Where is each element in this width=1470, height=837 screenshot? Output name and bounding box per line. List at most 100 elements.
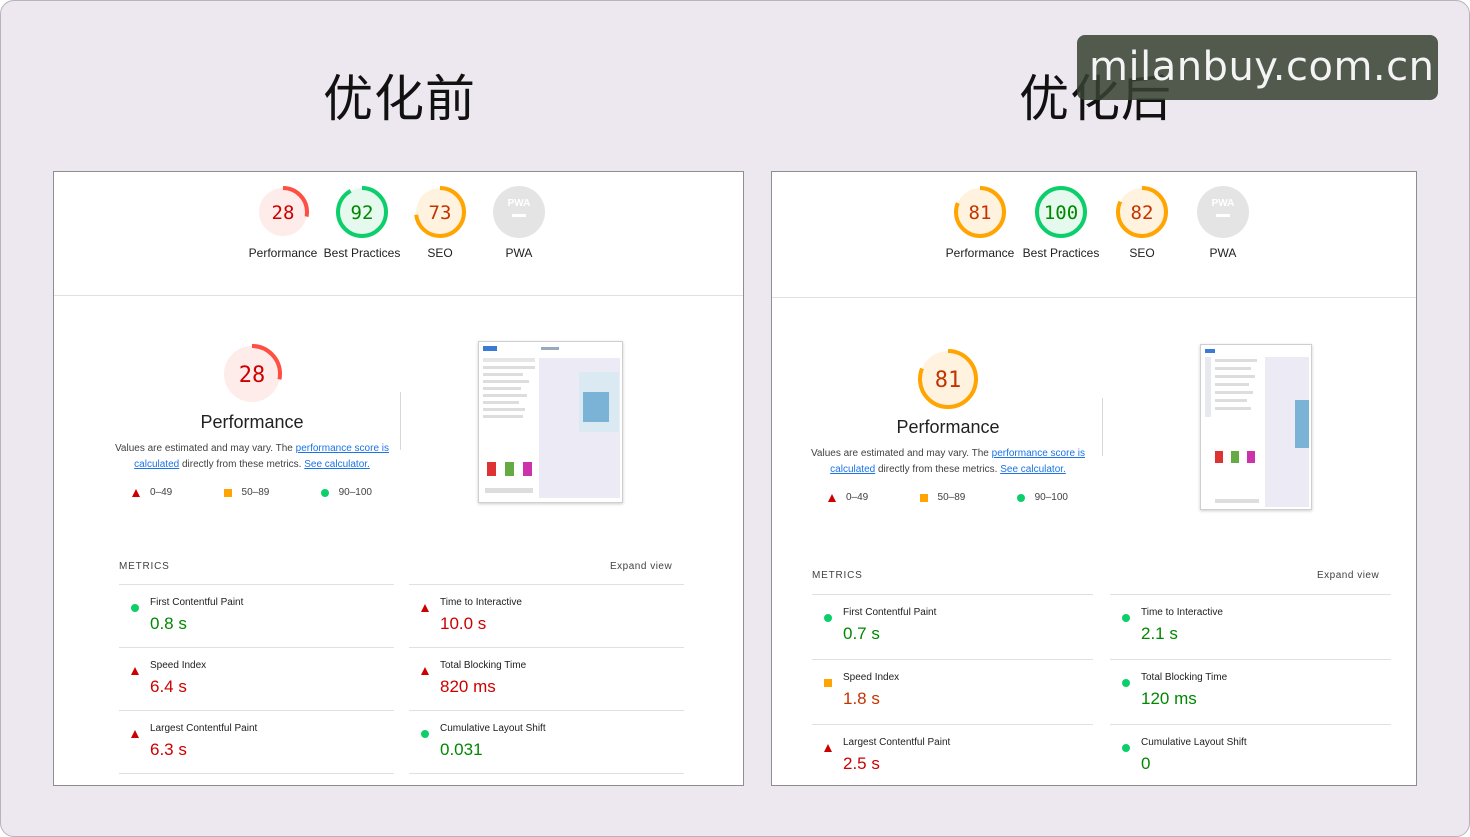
desc-text: Values are estimated and may vary. The <box>114 443 296 454</box>
gauge-score: 81 <box>969 202 992 224</box>
triangle-icon <box>828 493 836 502</box>
gauge-score: 100 <box>1044 202 1078 224</box>
gauge-ring: PWA <box>493 186 545 238</box>
gauge-pwa[interactable]: PWA PWA <box>474 184 564 261</box>
metric-tti: Time to Interactive 2.1 s <box>1110 594 1391 659</box>
metric-rating-icon <box>824 609 832 627</box>
gauge-best-practices[interactable]: 100 Best Practices <box>1016 184 1106 261</box>
gauge-ring: 100 <box>1035 186 1087 238</box>
legend-pass: 90–100 <box>1016 492 1068 503</box>
gauge-label: PWA <box>1209 246 1237 260</box>
gauge-ring: 81 <box>918 349 978 409</box>
see-calculator-link[interactable]: See calculator. <box>1000 464 1066 475</box>
gauge-score: 82 <box>1131 202 1154 224</box>
metric-name: Largest Contentful Paint <box>150 723 258 734</box>
metric-value: 2.1 s <box>1141 624 1178 643</box>
performance-description: Values are estimated and may vary. The p… <box>114 441 390 473</box>
metric-lcp: Largest Contentful Paint 2.5 s <box>812 724 1093 785</box>
metric-speed-index: Speed Index 1.8 s <box>812 659 1093 724</box>
triangle-icon <box>131 730 139 738</box>
page-screenshot-thumbnail[interactable] <box>478 341 623 503</box>
metric-value: 2.5 s <box>843 754 880 773</box>
metric-rating-icon <box>1122 609 1130 627</box>
desc-text: directly from these metrics. <box>875 464 1001 475</box>
expand-view-toggle[interactable]: Expand view <box>1317 570 1379 581</box>
circle-icon <box>824 614 832 622</box>
metric-name: First Contentful Paint <box>843 607 937 618</box>
gauge-label: Best Practices <box>323 246 401 260</box>
triangle-icon <box>824 744 832 752</box>
gauge-performance[interactable]: 81 Performance <box>935 184 1025 261</box>
metric-name: Total Blocking Time <box>1141 672 1228 683</box>
gauge-ring: 73 <box>414 186 466 238</box>
gauge-score: 92 <box>351 202 374 224</box>
gauge-best-practices[interactable]: 92 Best Practices <box>317 184 407 261</box>
metric-name: Cumulative Layout Shift <box>440 723 546 734</box>
desc-text: directly from these metrics. <box>179 459 305 470</box>
metric-tbt: Total Blocking Time 820 ms <box>409 647 684 710</box>
circle-icon <box>131 604 139 612</box>
metric-rating-icon <box>421 662 429 680</box>
see-calculator-link[interactable]: See calculator. <box>304 459 370 470</box>
square-icon <box>824 679 832 687</box>
performance-title: Performance <box>896 417 1000 437</box>
gauge-label: SEO <box>427 246 453 260</box>
gauge-ring: 28 <box>222 344 282 404</box>
metric-rating-icon <box>131 599 139 617</box>
triangle-icon <box>131 667 139 675</box>
legend-average: 50–89 <box>919 492 965 503</box>
gauge-ring: 92 <box>336 186 388 238</box>
legend-fail: 0–49 <box>132 487 172 498</box>
metric-rating-icon <box>824 739 832 757</box>
pwa-dash-icon <box>1216 214 1230 217</box>
gauge-seo[interactable]: 73 SEO <box>395 184 485 261</box>
gauge-ring: 82 <box>1116 186 1168 238</box>
metric-name: Speed Index <box>150 660 207 671</box>
category-gauges: 81 Performance 100 Best Practices 82 SEO PW… <box>772 172 1416 298</box>
metrics-bottom-rule <box>409 773 684 774</box>
metric-name: Cumulative Layout Shift <box>1141 737 1247 748</box>
gauge-label: Best Practices <box>1022 246 1100 260</box>
gauge-ring: 28 <box>257 186 309 238</box>
metric-value: 1.8 s <box>843 689 880 708</box>
screenshot-image <box>479 342 622 502</box>
gauge-ring: PWA <box>1197 186 1249 238</box>
metrics-bottom-rule <box>119 773 394 774</box>
triangle-icon <box>132 488 140 497</box>
metric-speed-index: Speed Index 6.4 s <box>119 647 394 710</box>
metric-tbt: Total Blocking Time 120 ms <box>1110 659 1391 724</box>
metric-value: 6.3 s <box>150 740 187 759</box>
gauge-performance[interactable]: 28 Performance <box>238 184 328 261</box>
square-icon <box>223 488 232 497</box>
performance-gauge-large: 28 <box>114 342 390 406</box>
metric-name: Time to Interactive <box>440 597 522 608</box>
performance-gauge-large: 81 <box>810 347 1086 411</box>
metric-rating-icon <box>421 725 429 743</box>
gauge-pwa[interactable]: PWA PWA <box>1178 184 1268 261</box>
metric-value: 6.4 s <box>150 677 187 696</box>
metrics-heading: METRICS <box>119 561 170 572</box>
metric-rating-icon <box>1122 739 1130 757</box>
performance-summary: 81 Performance Values are estimated and … <box>810 347 1086 503</box>
metric-value: 0.7 s <box>843 624 880 643</box>
watermark: milanbuy.com.cn <box>1077 35 1438 100</box>
circle-icon <box>1122 744 1130 752</box>
metric-rating-icon <box>1122 674 1130 692</box>
score-legend: 0–49 50–89 90–100 <box>810 492 1086 503</box>
metric-cls: Cumulative Layout Shift 0 <box>1110 724 1391 785</box>
expand-view-toggle[interactable]: Expand view <box>610 561 672 572</box>
performance-description: Values are estimated and may vary. The p… <box>810 446 1086 478</box>
divider <box>1102 398 1103 456</box>
gauge-label: SEO <box>1129 246 1155 260</box>
metric-fcp: First Contentful Paint 0.7 s <box>812 594 1093 659</box>
gauge-seo[interactable]: 82 SEO <box>1097 184 1187 261</box>
page-screenshot-thumbnail[interactable] <box>1200 344 1312 510</box>
slide: 优化前 优化后 28Performance 92Best Practices 7… <box>0 0 1470 837</box>
metric-rating-icon <box>421 599 429 617</box>
metric-rating-icon <box>131 662 139 680</box>
metric-rating-icon <box>824 674 832 692</box>
gauge-score: 81 <box>935 368 962 393</box>
metric-name: Total Blocking Time <box>440 660 527 671</box>
metric-cls: Cumulative Layout Shift 0.031 <box>409 710 684 773</box>
gauge-score: 73 <box>429 202 452 224</box>
